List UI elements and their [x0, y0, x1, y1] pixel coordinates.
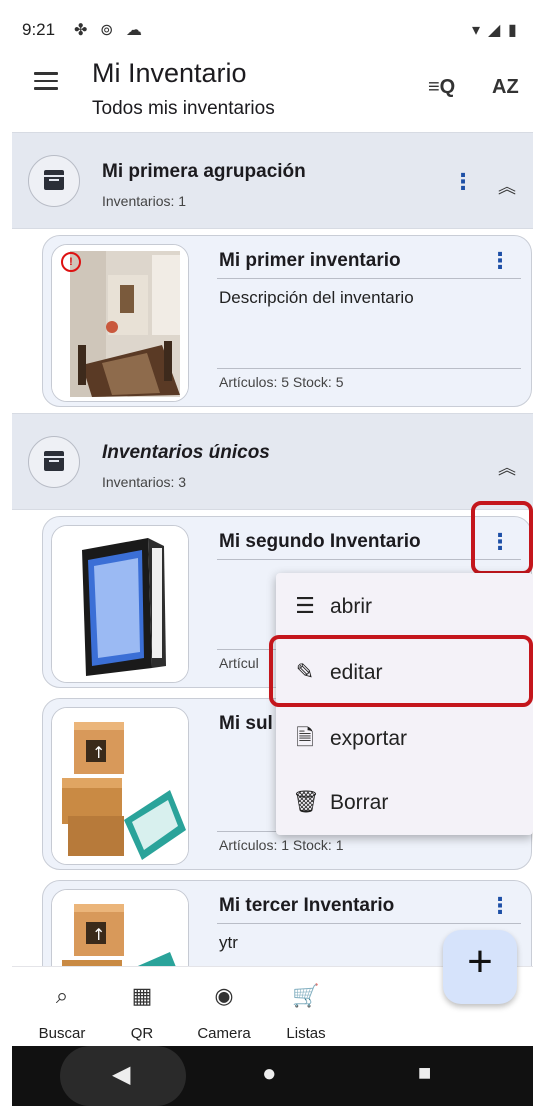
app-bar: Mi Inventario Todos mis inventarios ≡Q A… — [12, 50, 533, 132]
card-title: Mi segundo Inventario — [219, 531, 421, 552]
archive-icon — [28, 155, 80, 207]
recents-icon[interactable]: ■ — [418, 1060, 431, 1086]
fan-icon: ✤ — [74, 22, 88, 39]
group-title: Inventarios únicos — [102, 442, 270, 463]
warning-icon: ! — [61, 252, 81, 272]
cart-icon: 🛒 — [292, 983, 320, 1008]
menu-item-borrar[interactable]: 🗑 Borrar — [276, 773, 533, 833]
chevron-up-icon[interactable]: ︽ — [498, 454, 516, 480]
wifi-icon: ▾ — [472, 22, 481, 39]
card-title: Mi primer inventario — [219, 250, 401, 271]
battery-icon: ▮ — [508, 22, 517, 39]
file-export-icon: 🗎 — [296, 725, 314, 750]
back-icon[interactable]: ◀ — [112, 1060, 130, 1089]
search-icon: ⌕ — [55, 983, 69, 1008]
status-bar: 9:21 ✤ ⊚ ☁ ▾ ◢ ▮ — [12, 10, 533, 50]
list-icon: ☰ — [295, 593, 315, 618]
signal-icon: ◢ — [488, 22, 501, 39]
qr-icon: ▦ — [131, 983, 153, 1008]
sync-icon: ⊚ — [100, 22, 114, 39]
group-title: Mi primera agrupación — [102, 161, 306, 182]
highlight-editar — [269, 635, 533, 707]
page-title: Mi Inventario — [92, 58, 247, 88]
card-meta: Artículos: 1 Stock: 1 — [219, 837, 344, 853]
menu-item-label: exportar — [330, 727, 408, 750]
archive-icon — [28, 436, 80, 488]
more-vert-icon[interactable]: ⋮ — [489, 893, 511, 919]
card-title: Mi sul — [219, 713, 273, 734]
svg-text:↑: ↑ — [92, 925, 105, 944]
more-vert-icon[interactable]: ⋮ — [452, 169, 474, 195]
card-divider — [217, 923, 521, 924]
menu-item-abrir[interactable]: ☰ abrir — [276, 577, 533, 637]
svg-text:↑: ↑ — [92, 743, 105, 762]
menu-item-exportar[interactable]: 🗎 exportar — [276, 709, 533, 769]
group-header[interactable]: Mi primera agrupación Inventarios: 1 ⋮ ︽ — [12, 132, 533, 229]
status-time: 9:21 — [22, 20, 56, 39]
nav-label: Buscar — [38, 1025, 86, 1042]
card-divider — [217, 368, 521, 369]
nav-label: Camera — [197, 1025, 251, 1042]
nav-label: QR — [130, 1025, 154, 1042]
cloud-icon: ☁ — [126, 22, 142, 39]
sort-az-icon[interactable]: AZ — [492, 76, 519, 99]
card-description: ytr — [219, 933, 238, 952]
nav-label: Listas — [286, 1025, 326, 1042]
card-description: Descripción del inventario — [219, 288, 414, 307]
inventory-card[interactable]: ! Mi primer inventario Descripción del i… — [42, 235, 532, 407]
camera-icon: ◉ — [214, 983, 234, 1008]
menu-item-label: Borrar — [330, 791, 389, 814]
chevron-up-icon[interactable]: ︽ — [498, 173, 516, 199]
card-meta: Artículos: 5 Stock: 5 — [219, 374, 344, 390]
inventory-thumbnail — [51, 525, 189, 683]
page-subtitle: Todos mis inventarios — [92, 98, 275, 119]
group-count: Inventarios: 3 — [102, 474, 187, 490]
card-meta: Artícul — [219, 655, 259, 671]
filter-search-icon[interactable]: ≡Q — [428, 76, 455, 99]
group-count: Inventarios: 1 — [102, 193, 187, 209]
home-icon[interactable]: ● — [262, 1060, 277, 1088]
menu-item-label: abrir — [330, 595, 373, 618]
menu-icon[interactable] — [34, 72, 58, 90]
trash-icon: 🗑 — [292, 789, 320, 814]
group-header[interactable]: Inventarios únicos Inventarios: 3 ︽ — [12, 413, 533, 510]
plus-icon: + — [467, 937, 493, 986]
system-navigation: ◀ ● ■ — [12, 1046, 533, 1106]
inventory-thumbnail: ↑ — [51, 707, 189, 865]
card-title: Mi tercer Inventario — [219, 895, 395, 916]
card-divider — [217, 278, 521, 279]
highlight-more-button — [471, 501, 533, 575]
more-vert-icon[interactable]: ⋮ — [489, 248, 511, 274]
add-button[interactable]: + — [443, 930, 517, 1004]
